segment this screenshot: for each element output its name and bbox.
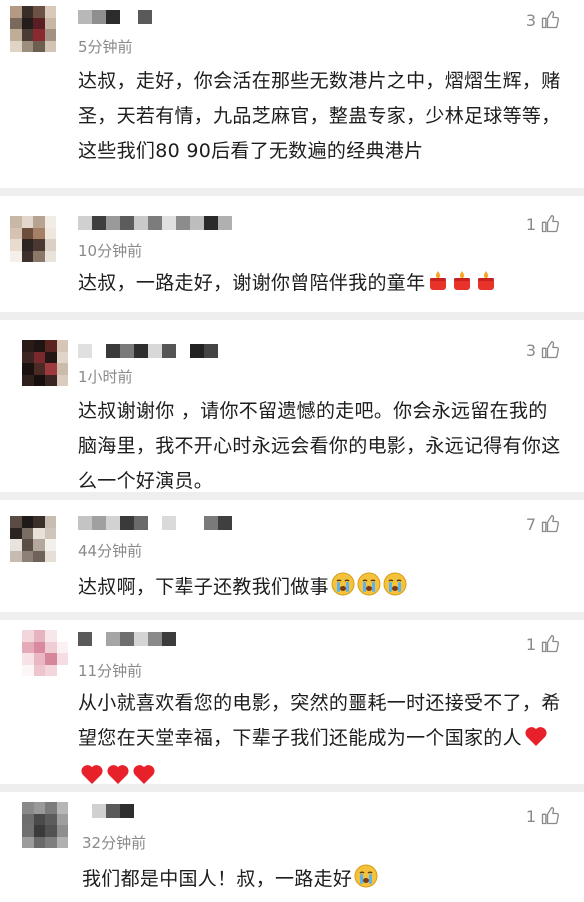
comment-item: 32分钟前 1 我们都是中国人！叔，一路走好 xyxy=(0,792,584,902)
like-button[interactable]: 1 xyxy=(526,214,560,234)
username-blurred[interactable] xyxy=(78,10,152,24)
like-count: 1 xyxy=(525,806,536,826)
avatar[interactable] xyxy=(10,6,56,52)
avatar[interactable] xyxy=(22,802,68,848)
comment-text: 达叔谢谢你 ，请你不留遗憾的走吧。你会永远留在我的脑海里，我不开心时永远会看你的… xyxy=(78,400,561,492)
comment-time: 44分钟前 xyxy=(78,542,143,560)
username-blurred[interactable] xyxy=(92,804,134,818)
comment-text: 达叔啊，下辈子还教我们做事 xyxy=(78,570,566,608)
avatar[interactable] xyxy=(22,630,68,676)
crying-face-icon xyxy=(357,572,381,608)
username-blurred[interactable] xyxy=(78,216,232,230)
like-button[interactable]: 1 xyxy=(526,634,560,654)
candle-icon xyxy=(427,269,449,304)
like-button[interactable]: 3 xyxy=(526,10,560,30)
comment-item: 5分钟前 3 达叔，走好，你会活在那些无数港片之中，熠熠生辉，赌圣，天若有情，九… xyxy=(0,0,584,196)
comment-item: 10分钟前 1 达叔，一路走好，谢谢你曾陪伴我的童年 xyxy=(0,196,584,320)
like-count: 3 xyxy=(525,340,536,360)
comment-time: 5分钟前 xyxy=(78,38,133,56)
thumbs-up-icon xyxy=(540,214,560,234)
comment-time: 11分钟前 xyxy=(78,662,143,680)
comment-feed: 5分钟前 3 达叔，走好，你会活在那些无数港片之中，熠熠生辉，赌圣，天若有情，九… xyxy=(0,0,584,902)
comment-time: 32分钟前 xyxy=(82,834,147,852)
thumbs-up-icon xyxy=(540,634,560,654)
comment-time: 10分钟前 xyxy=(78,242,143,260)
username-blurred[interactable] xyxy=(78,344,218,358)
crying-face-icon xyxy=(383,572,407,608)
avatar[interactable] xyxy=(10,216,56,262)
comment-item: 11分钟前 1 从小就喜欢看您的电影，突然的噩耗一时还接受不了，希望您在天堂幸福… xyxy=(0,620,584,792)
comment-item: 1小时前 3 达叔谢谢你 ，请你不留遗憾的走吧。你会永远留在我的脑海里，我不开心… xyxy=(0,320,584,500)
comment-item: 44分钟前 7 达叔啊，下辈子还教我们做事 xyxy=(0,500,584,620)
candle-icon xyxy=(451,269,473,304)
like-count: 3 xyxy=(525,10,536,30)
like-count: 7 xyxy=(525,514,536,534)
comment-text: 从小就喜欢看您的电影，突然的噩耗一时还接受不了，希望您在天堂幸福，下辈子我们还能… xyxy=(78,686,566,797)
comment-text: 我们都是中国人！叔，一路走好 xyxy=(82,862,570,900)
crying-face-icon xyxy=(331,572,355,608)
thumbs-up-icon xyxy=(540,806,560,826)
username-blurred[interactable] xyxy=(78,516,232,530)
thumbs-up-icon xyxy=(540,514,560,534)
candle-icon xyxy=(475,269,497,304)
comment-text: 达叔，一路走好，谢谢你曾陪伴我的童年 xyxy=(78,266,566,304)
like-count: 1 xyxy=(525,214,536,234)
thumbs-up-icon xyxy=(540,10,560,30)
avatar[interactable] xyxy=(10,516,56,562)
crying-face-icon xyxy=(354,864,378,900)
red-heart-icon xyxy=(524,724,548,759)
avatar[interactable] xyxy=(22,340,68,386)
like-button[interactable]: 3 xyxy=(526,340,560,360)
comment-time: 1小时前 xyxy=(78,368,133,386)
like-button[interactable]: 1 xyxy=(526,806,560,826)
username-blurred[interactable] xyxy=(78,632,176,646)
like-count: 1 xyxy=(525,634,536,654)
comment-text: 达叔，走好，你会活在那些无数港片之中，熠熠生辉，赌圣，天若有情，九品芝麻官，整蛊… xyxy=(78,70,561,162)
like-button[interactable]: 7 xyxy=(526,514,560,534)
thumbs-up-icon xyxy=(540,340,560,360)
